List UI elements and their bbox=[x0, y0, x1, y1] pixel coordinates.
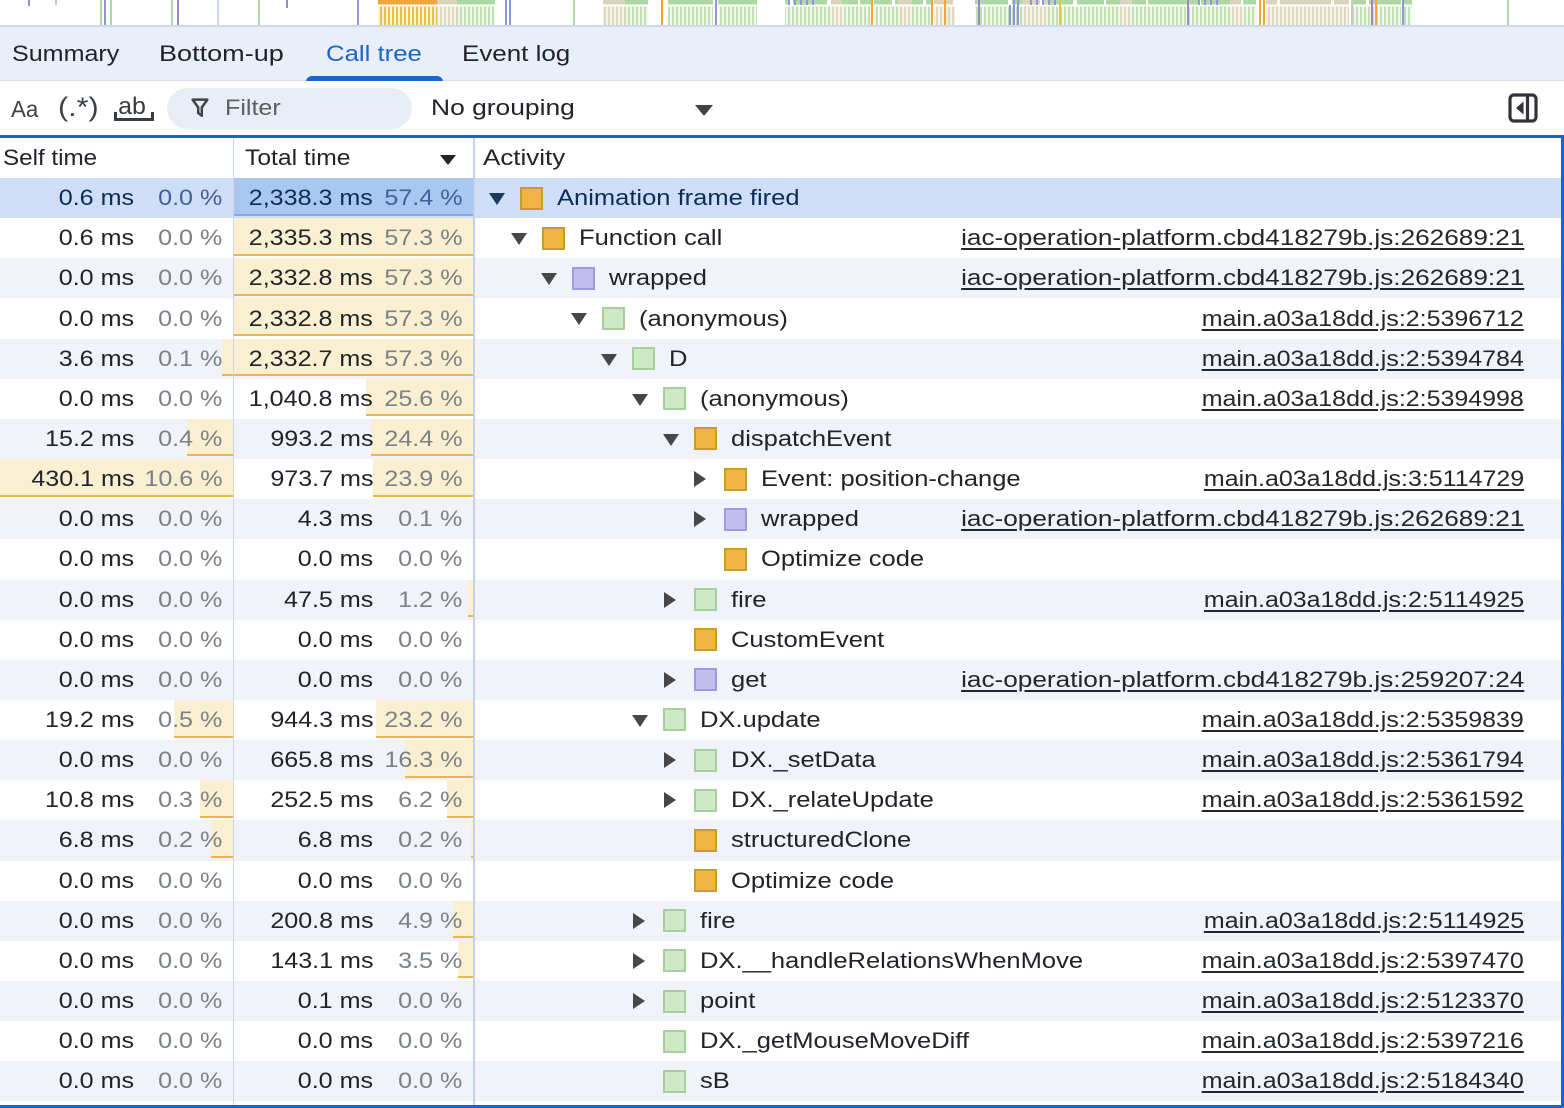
svg-text:ab: ab bbox=[118, 96, 146, 120]
